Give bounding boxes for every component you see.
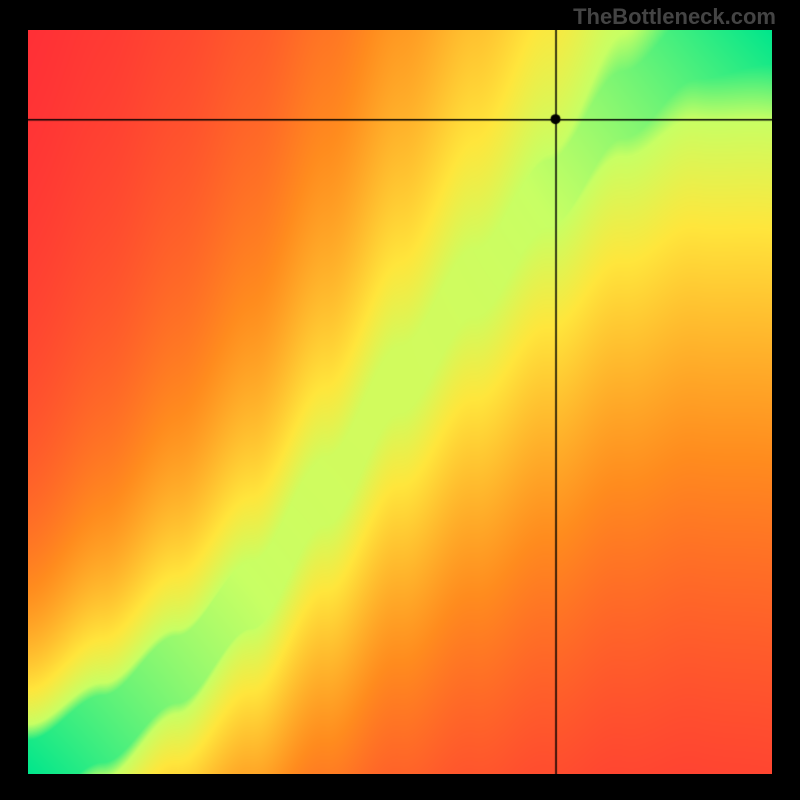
watermark-label: TheBottleneck.com (573, 4, 776, 30)
heatmap-plot (28, 30, 772, 774)
heatmap-canvas (28, 30, 772, 774)
chart-container: TheBottleneck.com (0, 0, 800, 800)
